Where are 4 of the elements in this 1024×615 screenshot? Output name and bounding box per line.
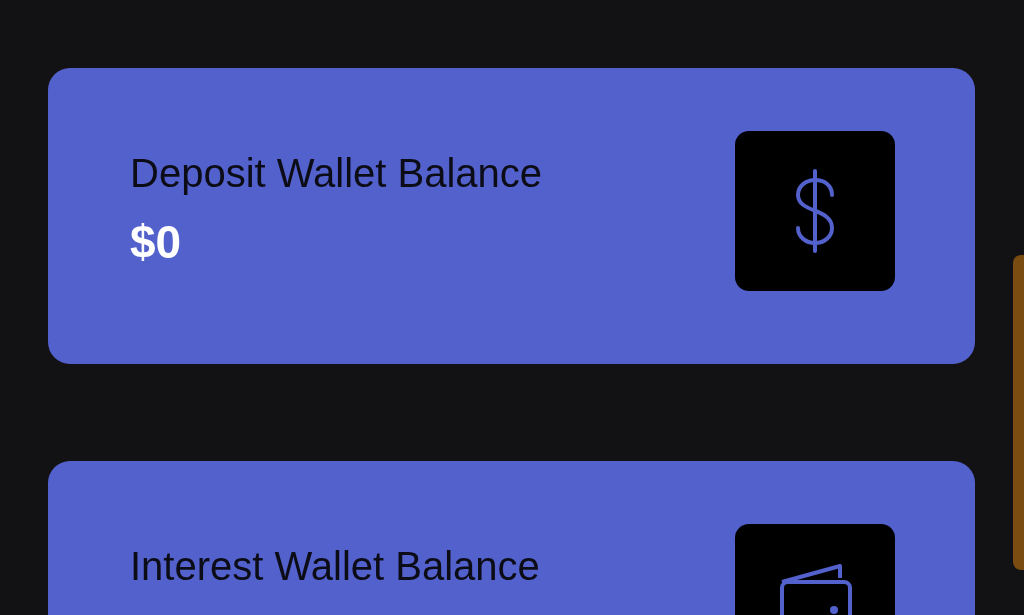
dollar-icon xyxy=(793,168,837,254)
balance-amount: $0 xyxy=(130,217,183,268)
balance-title: Deposit Wallet Balance xyxy=(130,151,543,195)
balance-title: Interest Wallet Balance xyxy=(130,544,540,588)
